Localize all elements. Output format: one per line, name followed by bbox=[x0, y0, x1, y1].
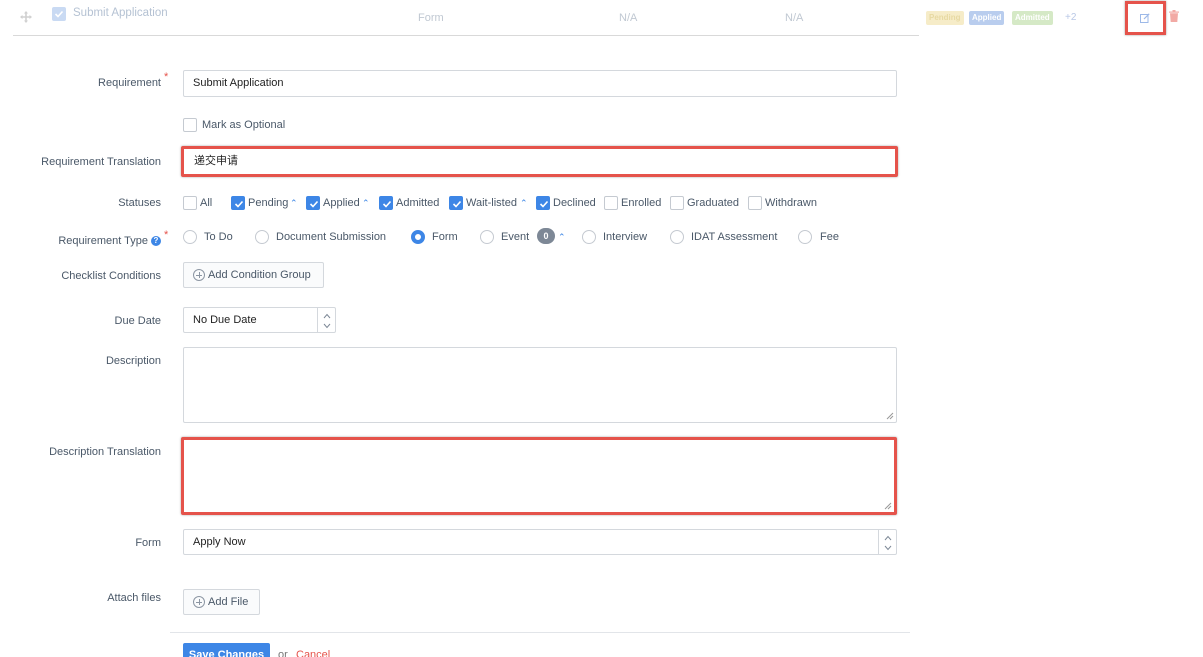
row-col-2: N/A bbox=[619, 12, 638, 24]
add-condition-group-button[interactable]: Add Condition Group bbox=[183, 262, 324, 288]
type-radio-event[interactable] bbox=[480, 230, 494, 244]
status-checkbox-all[interactable] bbox=[183, 196, 197, 210]
trash-icon[interactable] bbox=[1169, 10, 1179, 22]
description-translation-label: Description Translation bbox=[49, 446, 161, 458]
form-label: Form bbox=[135, 537, 161, 549]
event-count-badge: 0 bbox=[537, 228, 555, 244]
type-radio-idat[interactable] bbox=[670, 230, 684, 244]
resize-handle-icon[interactable] bbox=[886, 412, 894, 420]
description-textarea[interactable] bbox=[183, 347, 897, 423]
row-checkbox[interactable] bbox=[52, 7, 66, 21]
type-radio-fee[interactable] bbox=[798, 230, 812, 244]
add-file-button[interactable]: Add File bbox=[183, 589, 260, 615]
requirement-input[interactable]: Submit Application bbox=[183, 70, 897, 97]
status-checkbox-admitted[interactable] bbox=[379, 196, 393, 210]
drag-handle-icon[interactable] bbox=[20, 11, 32, 23]
type-radio-document[interactable] bbox=[255, 230, 269, 244]
status-label-pending: Pending bbox=[248, 197, 289, 209]
status-checkbox-graduated[interactable] bbox=[670, 196, 684, 210]
type-radio-todo[interactable] bbox=[183, 230, 197, 244]
due-date-select[interactable]: No Due Date bbox=[183, 307, 336, 333]
more-statuses-count[interactable]: +2 bbox=[1065, 12, 1076, 23]
status-label-graduated: Graduated bbox=[687, 197, 739, 209]
status-checkbox-declined[interactable] bbox=[536, 196, 550, 210]
type-radio-interview[interactable] bbox=[582, 230, 596, 244]
chevron-up-icon[interactable]: ⌃ bbox=[362, 198, 370, 209]
optional-checkbox[interactable] bbox=[183, 118, 197, 132]
chevron-up-icon[interactable]: ⌃ bbox=[520, 198, 528, 209]
status-label-applied: Applied bbox=[323, 197, 360, 209]
type-label-interview: Interview bbox=[603, 231, 648, 243]
row-title: Submit Application bbox=[73, 7, 168, 19]
type-label-document: Document Submission bbox=[276, 231, 387, 243]
edit-icon bbox=[1140, 13, 1150, 23]
form-select-value: Apply Now bbox=[193, 536, 246, 548]
required-marker: * bbox=[164, 229, 169, 241]
row-col-3: N/A bbox=[785, 12, 804, 24]
due-date-label: Due Date bbox=[114, 315, 161, 327]
status-checkbox-applied[interactable] bbox=[306, 196, 320, 210]
due-date-value: No Due Date bbox=[193, 314, 257, 326]
requirement-row: Submit Application Form N/A N/A Pending … bbox=[0, 0, 1203, 36]
checklist-label: Checklist Conditions bbox=[61, 270, 161, 282]
status-label-enrolled: Enrolled bbox=[621, 197, 662, 209]
footer-divider bbox=[170, 632, 910, 633]
form-select[interactable]: Apply Now bbox=[183, 529, 897, 555]
requirement-label: Requirement bbox=[98, 77, 161, 89]
description-translation-textarea[interactable] bbox=[181, 437, 897, 515]
type-label-idat: IDAT Assessment bbox=[691, 231, 778, 243]
status-label-wait-listed: Wait-listed bbox=[466, 197, 517, 209]
chevron-up-icon[interactable]: ⌃ bbox=[558, 232, 566, 243]
status-label-all: All bbox=[200, 197, 213, 209]
save-changes-button[interactable]: Save Changes bbox=[183, 643, 270, 657]
or-text: or bbox=[278, 649, 288, 657]
chevron-up-icon[interactable]: ⌃ bbox=[290, 198, 298, 209]
requirement-type-label: Requirement Type bbox=[58, 235, 148, 247]
translation-input[interactable]: 递交申请 bbox=[181, 146, 898, 177]
row-type: Form bbox=[418, 12, 444, 24]
status-label-declined: Declined bbox=[553, 197, 596, 209]
edit-button[interactable] bbox=[1125, 1, 1166, 35]
status-checkbox-enrolled[interactable] bbox=[604, 196, 618, 210]
translation-label: Requirement Translation bbox=[41, 156, 161, 168]
description-label: Description bbox=[105, 355, 161, 367]
status-checkbox-wait-listed[interactable] bbox=[449, 196, 463, 210]
type-radio-form[interactable] bbox=[411, 230, 425, 244]
status-label-admitted: Admitted bbox=[396, 197, 440, 209]
select-arrows-icon bbox=[878, 530, 896, 554]
add-icon bbox=[193, 596, 205, 608]
add-file-label: Add File bbox=[208, 596, 249, 608]
required-marker: * bbox=[164, 71, 169, 83]
attach-files-label: Attach files bbox=[107, 592, 161, 604]
add-icon bbox=[193, 269, 205, 281]
type-label-todo: To Do bbox=[204, 231, 233, 243]
status-checkbox-pending[interactable] bbox=[231, 196, 245, 210]
status-label-withdrawn: Withdrawn bbox=[765, 197, 817, 209]
statuses-label: Statuses bbox=[118, 197, 161, 209]
optional-label: Mark as Optional bbox=[202, 119, 286, 131]
type-label-fee: Fee bbox=[820, 231, 839, 243]
row-divider bbox=[13, 35, 919, 36]
status-checkbox-withdrawn[interactable] bbox=[748, 196, 762, 210]
resize-handle-icon[interactable] bbox=[884, 502, 892, 510]
type-label-form: Form bbox=[432, 231, 458, 243]
cancel-link[interactable]: Cancel bbox=[296, 649, 330, 657]
status-badge-pending: Pending bbox=[926, 11, 964, 25]
add-condition-group-label: Add Condition Group bbox=[208, 269, 311, 281]
help-icon[interactable]: ? bbox=[151, 236, 161, 246]
select-arrows-icon bbox=[317, 308, 335, 332]
type-label-event: Event bbox=[501, 231, 530, 243]
status-badge-applied: Applied bbox=[969, 11, 1005, 25]
status-badge-admitted: Admitted bbox=[1012, 11, 1053, 25]
